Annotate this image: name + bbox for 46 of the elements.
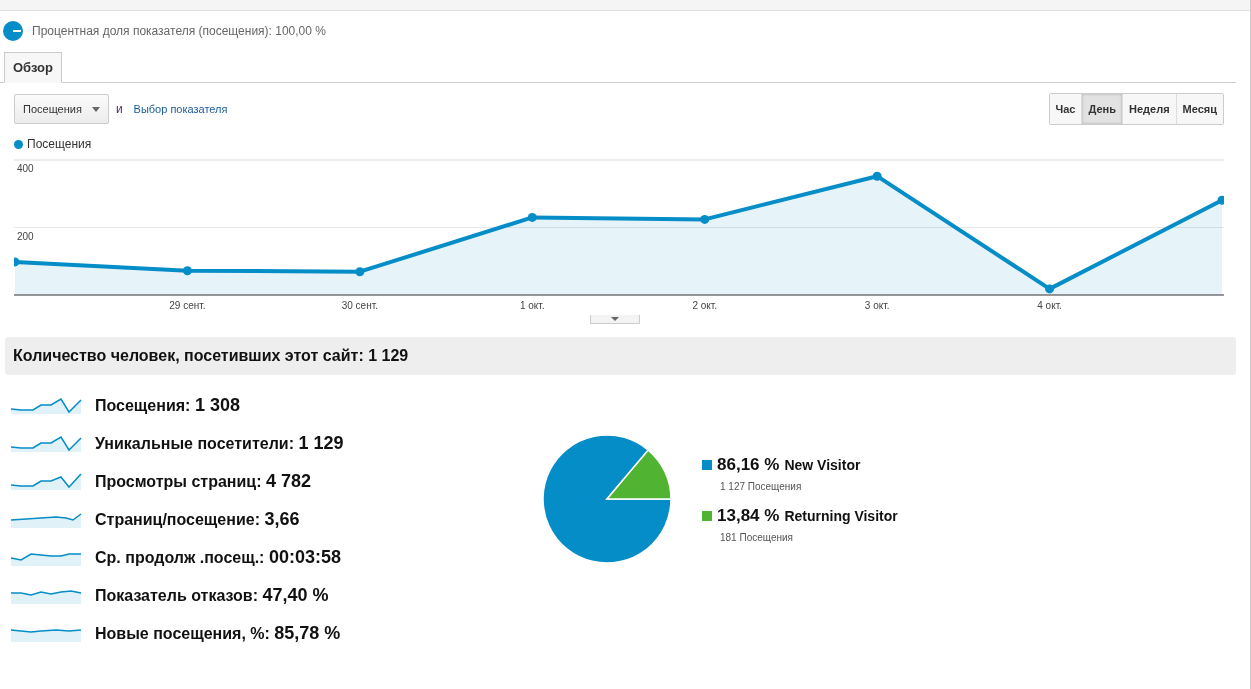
metric-text: Посещения: 1 308 xyxy=(95,394,240,416)
percent-value: 13,84 % xyxy=(717,506,780,526)
sparkline xyxy=(10,433,82,453)
metric-dropdown[interactable]: Посещения xyxy=(14,94,109,124)
metric-text: Ср. продолж .посещ.: 00:03:58 xyxy=(95,546,341,568)
metric-text: Показатель отказов: 47,40 % xyxy=(95,584,329,606)
data-point xyxy=(14,257,20,267)
metric-share-text: Процентная доля показателя (посещения): 100,00 % xyxy=(32,24,326,38)
overview-tab[interactable]: Обзор xyxy=(4,52,62,83)
data-point xyxy=(1045,284,1055,294)
metric-text: Страниц/посещение: 3,66 xyxy=(95,508,300,530)
metric-text: Новые посещения, %: 85,78 % xyxy=(95,622,341,644)
summary-title: Количество человек, посетивших этот сайт: 1 129 xyxy=(13,347,409,365)
x-axis-label: 3 окт. xyxy=(864,300,890,311)
sparkline xyxy=(10,471,82,491)
x-axis-label: 2 окт. xyxy=(692,300,718,311)
visit-count: 1 127 Посещения xyxy=(720,481,803,492)
sparkline xyxy=(10,395,82,415)
caret-icon xyxy=(611,317,619,321)
y-axis-label: 200 xyxy=(17,230,34,242)
conjunction-text: и xyxy=(115,102,123,116)
y-axis-label: 400 xyxy=(17,163,34,174)
period-button[interactable]: Месяц xyxy=(1175,94,1223,124)
x-axis-label: 30 сент. xyxy=(341,300,378,311)
data-point xyxy=(355,267,365,277)
caret-icon xyxy=(91,106,100,112)
period-button[interactable]: Неделя xyxy=(1122,94,1176,124)
x-axis-label: 4 окт. xyxy=(1037,300,1062,311)
metric-text: Просмотры страниц: 4 782 xyxy=(95,470,311,492)
x-axis-label: 29 сент. xyxy=(169,300,206,311)
select-metric-link[interactable]: Выбор показателя xyxy=(133,103,228,115)
metric-text: Уникальные посетители: 1 129 xyxy=(95,432,344,454)
data-point xyxy=(700,214,710,224)
period-button[interactable]: Час xyxy=(1049,94,1082,124)
percent-value: 86,16 % xyxy=(717,455,780,475)
visitor-type-label: New Visitor xyxy=(784,457,861,473)
data-point xyxy=(527,212,537,222)
data-point xyxy=(872,171,882,181)
legend-label: Посещения xyxy=(27,137,92,151)
x-axis-label: 1 окт. xyxy=(519,300,545,311)
data-point xyxy=(1217,195,1224,205)
visit-count: 181 Посещения xyxy=(720,532,794,543)
period-button[interactable]: День xyxy=(1081,94,1122,124)
visitor-type-label: Returning Visitor xyxy=(784,508,898,524)
collapse-toggle[interactable] xyxy=(590,315,640,324)
data-point xyxy=(182,266,192,276)
